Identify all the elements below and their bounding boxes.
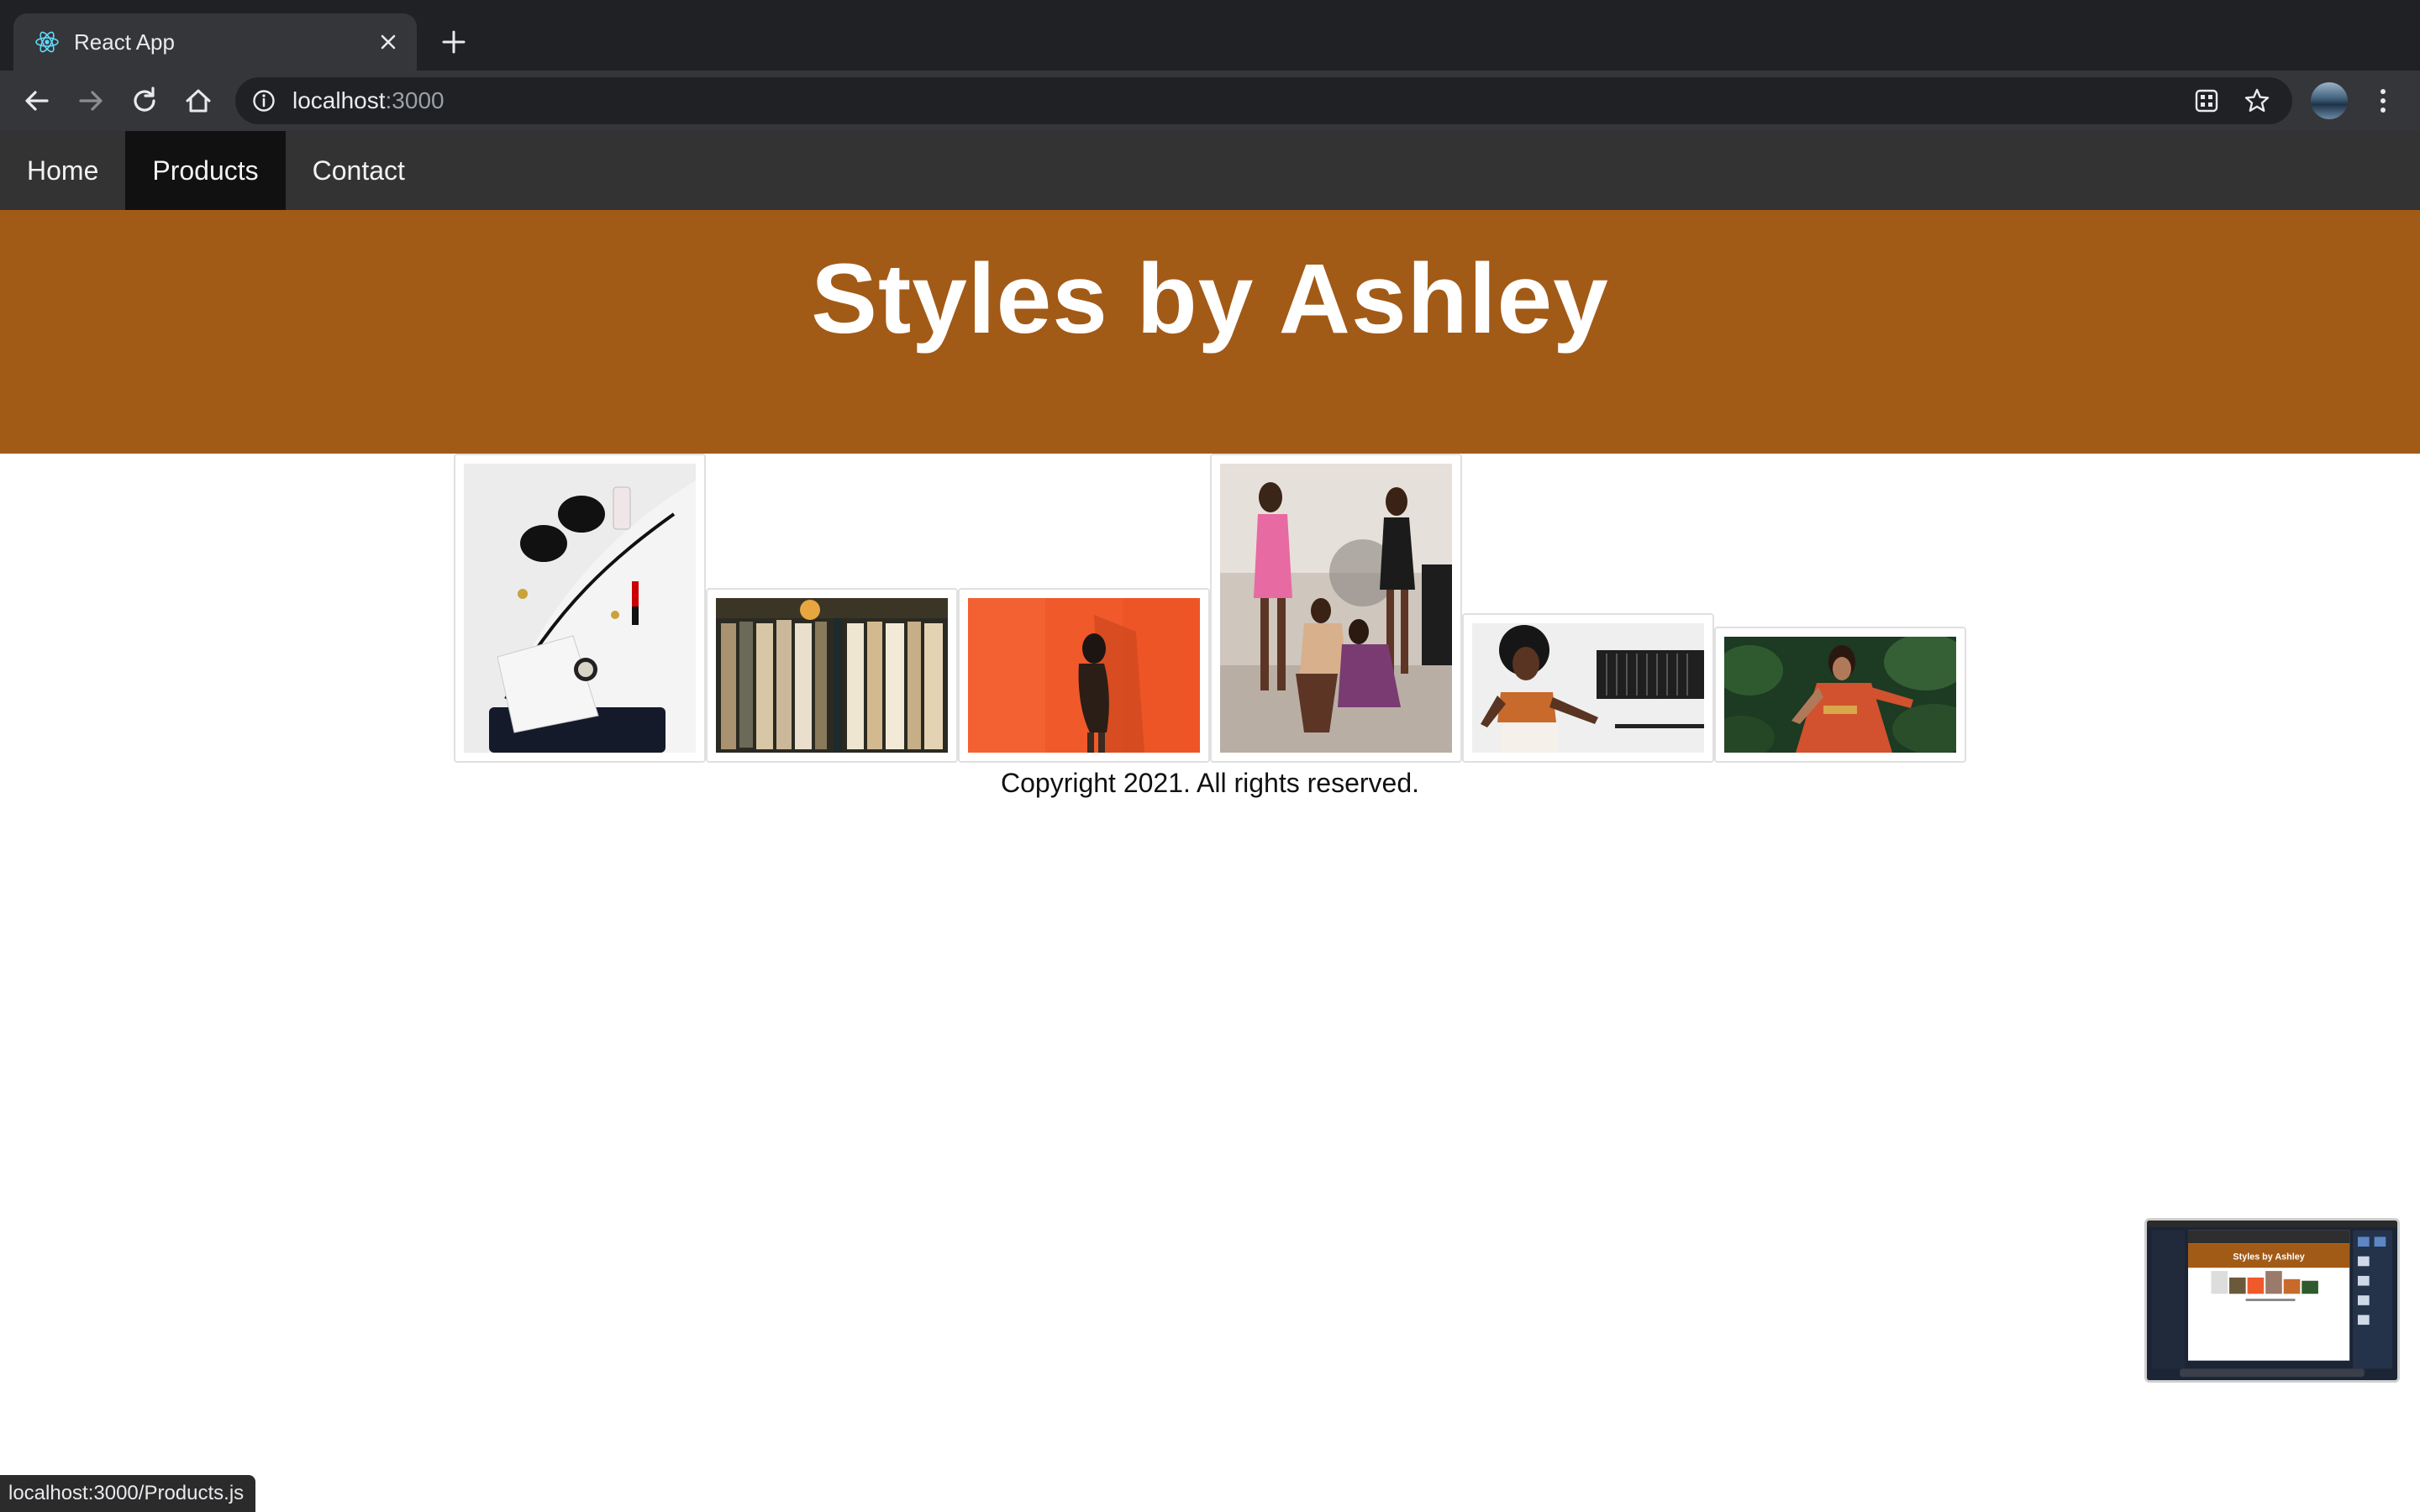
hero-banner: Styles by Ashley [0, 210, 2420, 454]
react-favicon-icon [34, 29, 60, 55]
gallery-image-group-models[interactable] [1210, 454, 1462, 763]
browser-toolbar: localhost:3000 [0, 71, 2420, 131]
gallery-image-accessories[interactable] [454, 454, 706, 763]
reload-icon[interactable] [128, 84, 161, 118]
product-gallery [0, 454, 2420, 764]
thumbnail-title: Styles by Ashley [2233, 1252, 2304, 1263]
browser-tab[interactable]: React App [13, 13, 417, 71]
nav-contact-link[interactable]: Contact [286, 131, 432, 210]
address-bar[interactable]: localhost:3000 [235, 77, 2292, 124]
forward-arrow-icon[interactable] [74, 84, 108, 118]
back-arrow-icon[interactable] [20, 84, 54, 118]
site-title: Styles by Ashley [811, 244, 1609, 354]
status-bar-url: localhost:3000/Products.js [0, 1475, 256, 1512]
close-tab-icon[interactable] [375, 29, 402, 55]
gallery-image-clothing-rack[interactable] [706, 588, 958, 763]
nav-products-link[interactable]: Products [125, 131, 286, 210]
profile-avatar[interactable] [2311, 82, 2348, 119]
tab-title: React App [74, 29, 175, 55]
copyright-footer: Copyright 2021. All rights reserved. [1000, 768, 1420, 798]
tab-strip: React App [0, 0, 2420, 71]
gallery-image-red-dress[interactable] [1714, 627, 1966, 763]
info-icon[interactable] [252, 89, 276, 113]
qr-code-icon[interactable] [2193, 87, 2220, 114]
url-text: localhost:3000 [292, 87, 445, 113]
new-tab-plus-icon[interactable] [437, 25, 471, 59]
gallery-image-orange-wall[interactable] [958, 588, 1210, 763]
bookmark-star-icon[interactable] [2242, 86, 2272, 116]
gallery-image-orange-top[interactable] [1462, 613, 1714, 763]
more-vert-icon[interactable] [2371, 84, 2395, 118]
site-nav: Home Products Contact [0, 131, 2420, 210]
nav-home-link[interactable]: Home [0, 131, 125, 210]
home-icon[interactable] [182, 84, 215, 118]
screenshot-thumbnail[interactable]: Styles by Ashley [2144, 1218, 2400, 1383]
